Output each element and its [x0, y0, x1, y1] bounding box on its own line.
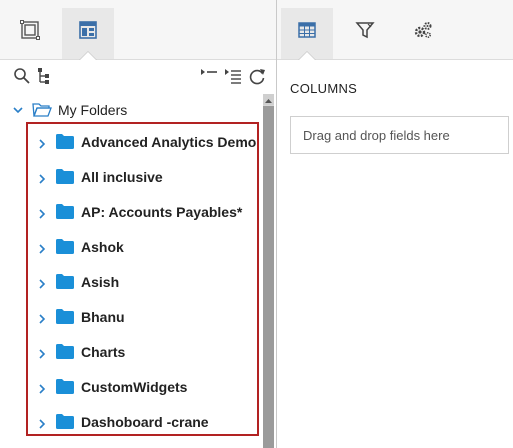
- folder-tree: My Folders Advanced Analytics Demo All i…: [0, 94, 276, 448]
- collapse-list-icon[interactable]: [200, 67, 218, 85]
- dropzone-placeholder: Drag and drop fields here: [303, 128, 450, 143]
- report-layout-icon: [20, 20, 40, 40]
- tab-report-layout[interactable]: [4, 8, 56, 59]
- right-tab-bar: [277, 0, 513, 60]
- columns-dropzone[interactable]: Drag and drop fields here: [290, 116, 509, 154]
- chevron-down-icon[interactable]: [12, 104, 24, 116]
- expand-list-icon[interactable]: [224, 67, 242, 85]
- scroll-up-button[interactable]: [263, 94, 274, 105]
- tab-filter[interactable]: [339, 8, 391, 59]
- tree-toolbar: [0, 62, 276, 90]
- right-panel: COLUMNS Drag and drop fields here: [277, 0, 513, 448]
- tab-columns[interactable]: [281, 8, 333, 60]
- open-folder-icon: [32, 103, 52, 117]
- refresh-icon[interactable]: [248, 67, 266, 85]
- tab-settings[interactable]: [397, 8, 449, 59]
- tab-dashboard-layout[interactable]: [62, 8, 114, 60]
- dashboard-layout-icon: [79, 21, 97, 39]
- left-tab-bar: [0, 0, 276, 60]
- scrollbar-thumb[interactable]: [263, 106, 274, 448]
- settings-gears-icon: [414, 22, 432, 39]
- table-icon: [298, 22, 316, 38]
- search-icon[interactable]: [13, 67, 31, 85]
- tree-root-label: My Folders: [58, 102, 128, 118]
- tree-root-my-folders[interactable]: My Folders: [12, 100, 127, 120]
- columns-section-title: COLUMNS: [290, 81, 358, 96]
- tree-scrollbar[interactable]: [263, 94, 274, 448]
- filter-icon: [355, 22, 375, 39]
- left-panel: My Folders Advanced Analytics Demo All i…: [0, 0, 276, 448]
- selection-highlight-box: [26, 122, 259, 436]
- tree-view-icon[interactable]: [36, 67, 54, 85]
